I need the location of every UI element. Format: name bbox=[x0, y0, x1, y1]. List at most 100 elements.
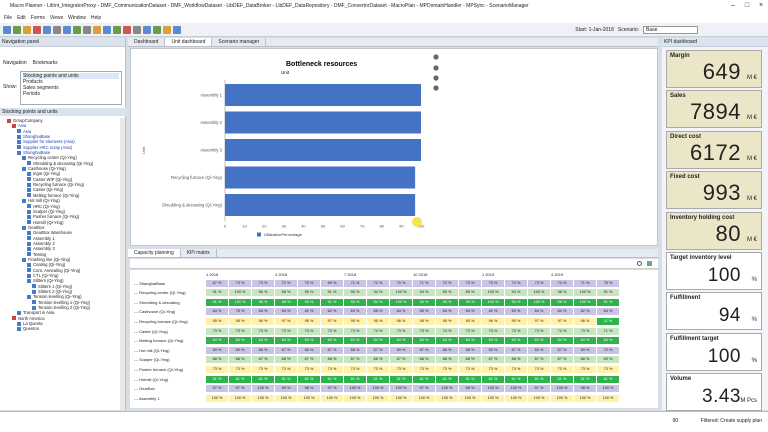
grid-cell[interactable]: 95 % bbox=[229, 317, 251, 325]
grid-cell[interactable]: 64 % bbox=[459, 308, 481, 316]
grid-cell[interactable]: 64 % bbox=[321, 337, 343, 345]
grid-cell[interactable]: 98 % bbox=[459, 385, 481, 393]
row-label[interactable]: --- Hot mill (Qi-Ying) bbox=[130, 348, 206, 353]
grid-cell[interactable]: 100 % bbox=[528, 289, 550, 297]
minimize-icon[interactable]: – bbox=[726, 0, 740, 12]
grid-cell[interactable]: 69 % bbox=[321, 279, 343, 287]
grid-cell[interactable]: 64 % bbox=[275, 337, 297, 345]
grid-cell[interactable]: 61 % bbox=[390, 375, 412, 383]
grid-cell[interactable]: 95 % bbox=[436, 289, 458, 297]
kpi-tile[interactable]: Target inventory level 100% bbox=[666, 252, 762, 290]
grid-cell[interactable]: 100 % bbox=[367, 385, 389, 393]
row-label[interactable]: --- Casthouse (Qi-Ying) bbox=[130, 309, 206, 314]
grid-cell[interactable]: 84 % bbox=[597, 308, 619, 316]
grid-cell[interactable]: 67 % bbox=[275, 346, 297, 354]
grid-cell[interactable]: 64 % bbox=[528, 308, 550, 316]
grid-cell[interactable]: 74 % bbox=[367, 327, 389, 335]
grid-cell[interactable]: 94 % bbox=[413, 298, 435, 306]
menu-window[interactable]: Window bbox=[68, 15, 86, 21]
grid-cell[interactable]: 100 % bbox=[505, 394, 527, 402]
grid-cell[interactable]: 100 % bbox=[252, 394, 274, 402]
grid-cell[interactable]: 95 % bbox=[298, 289, 320, 297]
toolbar-button-icon[interactable] bbox=[23, 25, 31, 34]
grid-cell[interactable]: 64 % bbox=[574, 337, 596, 345]
grid-cell[interactable]: 62 % bbox=[574, 308, 596, 316]
grid-cell[interactable]: 66 % bbox=[252, 346, 274, 354]
toolbar-button-icon[interactable] bbox=[133, 25, 141, 34]
grid-cell[interactable]: 67 % bbox=[321, 346, 343, 354]
toolbar-button-icon[interactable] bbox=[93, 25, 101, 34]
grid-cell[interactable]: 64 % bbox=[551, 337, 573, 345]
grid-cell[interactable]: 91 % bbox=[206, 298, 228, 306]
grid-cell[interactable]: 98 % bbox=[574, 385, 596, 393]
grid-cell[interactable]: 64 % bbox=[206, 337, 228, 345]
grid-cell[interactable]: 73 % bbox=[229, 365, 251, 373]
grid-cell[interactable]: 64 % bbox=[298, 337, 320, 345]
grid-cell[interactable]: 95 % bbox=[298, 317, 320, 325]
menu-file[interactable]: File bbox=[4, 15, 12, 21]
row-label[interactable]: --- Recycling center (Qi-Ying) bbox=[130, 290, 206, 295]
grid-cell[interactable]: 73 % bbox=[574, 365, 596, 373]
grid-cell[interactable]: 100 % bbox=[206, 394, 228, 402]
grid-cell[interactable]: 100 % bbox=[597, 385, 619, 393]
grid-cell[interactable]: 97 % bbox=[275, 317, 297, 325]
grid-cell[interactable]: 66 % bbox=[298, 346, 320, 354]
grid-cell[interactable]: 95 % bbox=[459, 289, 481, 297]
grid-cell[interactable]: 68 % bbox=[321, 356, 343, 364]
menu-views[interactable]: Views bbox=[50, 15, 63, 21]
grid-cell[interactable]: 73 % bbox=[505, 365, 527, 373]
grid-cell[interactable]: 94 % bbox=[367, 289, 389, 297]
grid-cell[interactable]: 97 % bbox=[206, 385, 228, 393]
grid-cell[interactable]: 73 % bbox=[344, 365, 366, 373]
grid-cell[interactable]: 61 % bbox=[344, 375, 366, 383]
tab-capacity-planning[interactable]: Capacity planning bbox=[128, 249, 181, 257]
chart-control-icon[interactable] bbox=[433, 54, 439, 60]
kpi-tile[interactable]: Fulfillment 94% bbox=[666, 292, 762, 331]
tab-kpi-matrix[interactable]: KPI matrix bbox=[181, 249, 217, 257]
grid-cell[interactable]: 96 % bbox=[252, 289, 274, 297]
grid-cell[interactable]: 61 % bbox=[275, 375, 297, 383]
grid-cell[interactable]: 68 % bbox=[505, 356, 527, 364]
grid-cell[interactable]: 100 % bbox=[551, 385, 573, 393]
bar[interactable] bbox=[225, 84, 421, 106]
row-label[interactable]: --- Pusher furnace (Qi-Ying) bbox=[130, 367, 206, 372]
menu-help[interactable]: Help bbox=[91, 15, 101, 21]
grid-cell[interactable]: 73 % bbox=[321, 327, 343, 335]
grid-cell[interactable]: 64 % bbox=[206, 308, 228, 316]
row-label[interactable]: --- Scalper (Qi-Ying) bbox=[130, 357, 206, 362]
grid-cell[interactable]: 65 % bbox=[413, 308, 435, 316]
kpi-tile[interactable]: Volume 3.43 M Pcs bbox=[666, 373, 762, 412]
grid-cell[interactable]: 71 % bbox=[344, 279, 366, 287]
row-label[interactable]: --- Assembly 1 bbox=[130, 396, 206, 401]
kpi-tile[interactable]: Inventory holding cost 80 M € bbox=[666, 211, 762, 250]
grid-cell[interactable]: 98 % bbox=[275, 298, 297, 306]
grid-cell[interactable]: 100 % bbox=[551, 394, 573, 402]
filter-icon[interactable] bbox=[647, 261, 652, 266]
grid-cell[interactable]: 98 % bbox=[275, 289, 297, 297]
close-icon[interactable]: × bbox=[754, 0, 768, 12]
grid-cell[interactable]: 62 % bbox=[321, 308, 343, 316]
grid-cell[interactable]: 95 % bbox=[206, 317, 228, 325]
grid-cell[interactable]: 73 % bbox=[229, 279, 251, 287]
grid-cell[interactable]: 69 % bbox=[229, 346, 251, 354]
grid-cell[interactable]: 100 % bbox=[482, 298, 504, 306]
grid-cell[interactable]: 73 % bbox=[344, 327, 366, 335]
grid-cell[interactable]: 100 % bbox=[390, 289, 412, 297]
tab-dashboard[interactable]: Dashboard bbox=[128, 38, 166, 46]
toolbar-button-icon[interactable] bbox=[13, 25, 21, 34]
grid-cell[interactable]: 71 % bbox=[413, 279, 435, 287]
grid-cell[interactable]: 96 % bbox=[390, 317, 412, 325]
grid-cell[interactable]: 70 % bbox=[298, 279, 320, 287]
grid-cell[interactable]: 100 % bbox=[597, 394, 619, 402]
grid-cell[interactable]: 68 % bbox=[436, 356, 458, 364]
grid-cell[interactable]: 73 % bbox=[551, 279, 573, 287]
grid-cell[interactable]: 64 % bbox=[390, 308, 412, 316]
grid-cell[interactable]: 61 % bbox=[574, 375, 596, 383]
grid-cell[interactable]: 67 % bbox=[206, 279, 228, 287]
grid-cell[interactable]: 68 % bbox=[344, 346, 366, 354]
grid-cell[interactable]: 96 % bbox=[551, 289, 573, 297]
grid-cell[interactable]: 70 % bbox=[597, 346, 619, 354]
grid-cell[interactable]: 67 % bbox=[551, 346, 573, 354]
kpi-tile[interactable]: Fulfillment target 100% bbox=[666, 332, 762, 371]
kpi-tile[interactable]: Margin 649 M € bbox=[666, 50, 762, 88]
